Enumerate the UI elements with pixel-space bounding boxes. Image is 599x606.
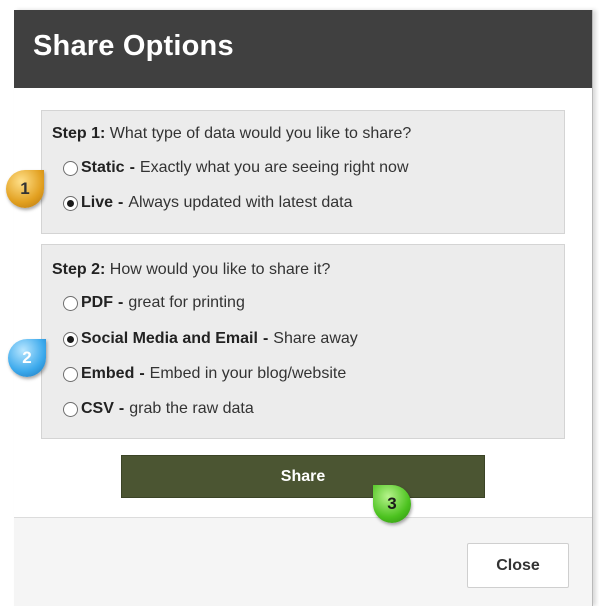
radio-csv[interactable] — [63, 401, 78, 417]
option-csv[interactable]: CSV - grab the raw data — [63, 400, 254, 418]
option-static[interactable]: Static - Exactly what you are seeing rig… — [63, 159, 409, 177]
option-embed[interactable]: Embed - Embed in your blog/website — [63, 365, 346, 383]
dialog-footer: Close — [14, 517, 592, 606]
radio-pdf[interactable] — [63, 295, 78, 311]
callout-number-1: 1 — [20, 179, 30, 198]
step1-panel: Step 1: What type of data would you like… — [41, 110, 565, 234]
option-social-media-email[interactable]: Social Media and Email - Share away — [63, 330, 358, 348]
callout-number-3: 3 — [387, 494, 397, 513]
option-static-name: Static — [81, 159, 125, 176]
option-static-desc: Exactly what you are seeing right now — [139, 159, 409, 176]
option-live-desc: Always updated with latest data — [128, 194, 353, 211]
option-social-desc: Share away — [273, 330, 358, 347]
step1-label: Step 1: — [52, 125, 106, 142]
option-csv-desc: grab the raw data — [129, 400, 254, 417]
step1-question: Step 1: What type of data would you like… — [52, 125, 411, 143]
radio-social-media-email[interactable] — [63, 331, 78, 347]
option-social-name: Social Media and Email — [81, 330, 258, 347]
step2-question: Step 2: How would you like to share it? — [52, 261, 330, 279]
share-options-dialog: Share Options Step 1: What type of data … — [14, 10, 593, 606]
option-csv-name: CSV — [81, 400, 114, 417]
option-separator: - — [118, 294, 124, 311]
callout-badge-2: 2 — [8, 339, 46, 377]
step2-panel: Step 2: How would you like to share it? … — [41, 244, 565, 439]
option-separator: - — [262, 330, 269, 347]
callout-badge-1: 1 — [6, 170, 44, 208]
option-separator: - — [129, 159, 135, 176]
option-embed-desc: Embed in your blog/website — [149, 365, 347, 382]
option-embed-name: Embed — [81, 365, 135, 382]
dialog-header: Share Options — [14, 10, 592, 88]
option-pdf[interactable]: PDF - great for printing — [63, 294, 245, 312]
step1-question-text: What type of data would you like to shar… — [109, 125, 412, 142]
option-live-name: Live — [81, 194, 114, 211]
option-separator: - — [139, 365, 145, 382]
option-separator: - — [118, 400, 125, 417]
option-separator: - — [118, 194, 124, 211]
radio-static[interactable] — [63, 160, 78, 176]
option-pdf-desc: great for printing — [128, 294, 245, 311]
callout-number-2: 2 — [22, 348, 32, 367]
callout-badge-3: 3 — [373, 485, 411, 523]
step2-label: Step 2: — [52, 261, 106, 278]
step2-question-text: How would you like to share it? — [109, 261, 331, 278]
option-live[interactable]: Live - Always updated with latest data — [63, 194, 352, 212]
share-button[interactable]: Share — [121, 455, 485, 498]
radio-embed[interactable] — [63, 366, 78, 382]
close-button[interactable]: Close — [467, 543, 569, 588]
radio-live[interactable] — [63, 195, 78, 211]
option-pdf-name: PDF — [81, 294, 113, 311]
dialog-title: Share Options — [33, 30, 234, 62]
